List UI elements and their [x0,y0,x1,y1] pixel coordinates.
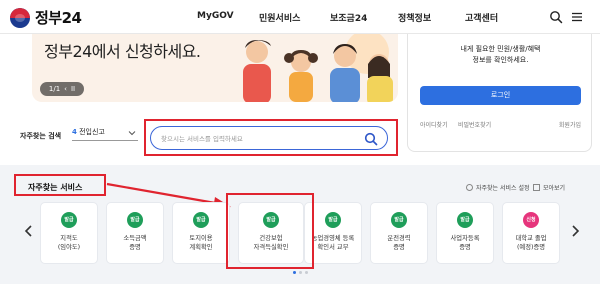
frequent-search-select[interactable]: 4 전입신고 [72,127,138,141]
carousel-dot[interactable] [299,271,302,274]
service-card[interactable]: 발급지적도 (임야도) [40,202,98,264]
login-button[interactable]: 로그인 [420,86,581,105]
view-all-label: 모아보기 [543,185,566,192]
service-label: 운전경력증명 [371,234,427,252]
hero-title: 정부24에서 신청하세요. [44,42,201,61]
service-label-line1: 토지이용 [189,235,213,242]
service-label-line2: 증명 [459,244,471,251]
government-emblem-icon [10,7,30,28]
service-card[interactable]: 신청대학교 졸업 (예정)증명 [502,202,560,264]
hero-banner[interactable]: 정부24에서 신청하세요. 1/1 ‹ II [32,34,398,102]
chevron-left-icon[interactable] [24,225,34,237]
service-label: 대학교 졸업 (예정)증명 [503,234,559,252]
service-label-line1: 운전경력 [387,235,411,242]
nav-customer-center[interactable]: 고객센터 [465,11,498,24]
grid-icon [533,184,540,191]
nav-subsidy24[interactable]: 보조금24 [330,11,367,24]
service-label-line2: 계획확인 [189,244,213,251]
banner-pager[interactable]: 1/1 ‹ II [40,82,84,96]
service-label-line1: 사업자등록 [450,235,480,242]
service-card[interactable]: 발급소득금액증명 [106,202,164,264]
service-label-line1: 지적도 [60,235,78,242]
frequent-search-value: 전입신고 [79,128,105,136]
highlight-box-search [144,119,398,156]
nav-civil-service[interactable]: 민원서비스 [259,11,300,24]
service-label-line1: 소득금액 [123,235,147,242]
service-card[interactable]: 발급운전경력증명 [370,202,428,264]
chevron-right-icon[interactable] [570,225,580,237]
service-label-line1: 대학교 졸업 [515,235,547,242]
pause-icon[interactable]: II [71,85,75,93]
service-badge: 발급 [391,212,407,228]
logo-text: 정부24 [35,9,82,27]
service-label-line2: 증명 [393,244,405,251]
signup-link[interactable]: 회원가입 [559,120,581,129]
service-badge: 발급 [457,212,473,228]
family-illustration [243,34,393,102]
service-badge: 발급 [325,212,341,228]
nav-mygov[interactable]: MyGOV [197,11,234,21]
menu-icon[interactable] [570,10,584,24]
login-desc-line2: 정보를 확인하세요. [472,56,529,64]
service-badge: 발급 [127,212,143,228]
service-card[interactable]: 발급토지이용계획확인 [172,202,230,264]
service-label: 지적도 (임야도) [41,234,97,252]
login-card: 내게 필요한 민원/생활/혜택 정보를 확인하세요. 로그인 아이디찾기 비밀번… [407,34,592,152]
login-description: 내게 필요한 민원/생활/혜택 정보를 확인하세요. [408,44,593,66]
highlight-box-card [226,193,314,269]
highlight-box-title [14,174,106,196]
top-header: 정부24 MyGOV 민원서비스 보조금24 정책정보 고객센터 [0,0,600,34]
gear-icon [466,184,473,191]
site-logo[interactable]: 정부24 [10,7,82,28]
carousel-dots [293,271,308,274]
nav-policy-info[interactable]: 정책정보 [398,11,431,24]
rank-number: 4 [72,128,77,136]
carousel-dot-active[interactable] [293,271,296,274]
services-settings[interactable]: 자주찾는 서비스 설정 [466,183,530,192]
search-icon[interactable] [549,10,563,24]
find-id-link[interactable]: 아이디찾기 [420,120,448,129]
services-settings-label: 자주찾는 서비스 설정 [476,185,530,192]
view-all[interactable]: 모아보기 [533,183,565,192]
service-badge: 발급 [193,212,209,228]
login-desc-line1: 내게 필요한 민원/생활/혜택 [460,45,541,53]
service-label-line2: (임야도) [57,244,81,251]
service-card[interactable]: 발급사업자등록증명 [436,202,494,264]
find-password-link[interactable]: 비밀번호찾기 [458,120,491,129]
service-label-line2: 증명 [129,244,141,251]
service-label: 사업자등록증명 [437,234,493,252]
service-label: 소득금액증명 [107,234,163,252]
service-badge: 발급 [61,212,77,228]
frequent-search-label: 자주찾는 검색 [20,132,62,140]
pager-count: 1/1 [48,85,61,93]
service-label-line2: (예정)증명 [516,244,546,251]
prev-icon[interactable]: ‹ [64,85,67,93]
carousel-dot[interactable] [305,271,308,274]
service-label: 토지이용계획확인 [173,234,229,252]
service-badge: 신청 [523,212,539,228]
chevron-down-icon [128,131,136,136]
